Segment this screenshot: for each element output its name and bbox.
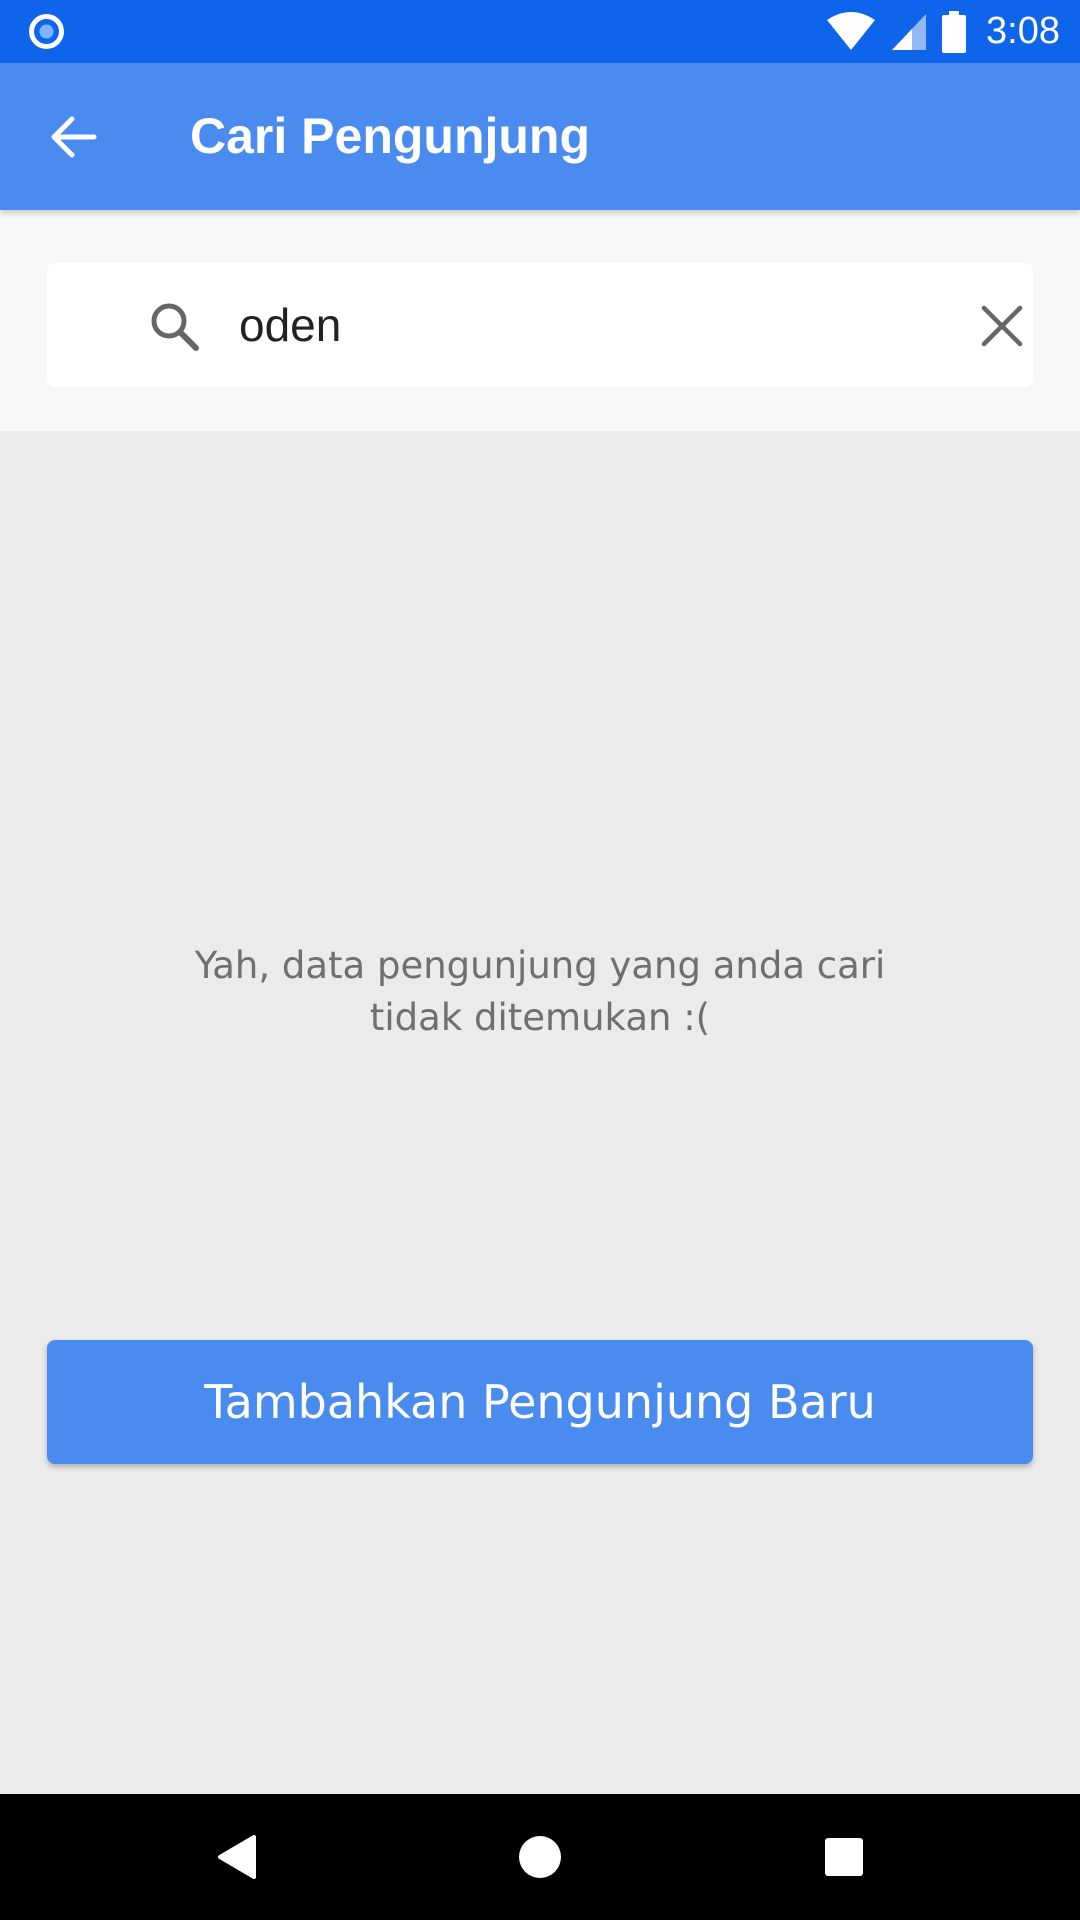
arrow-back-icon bbox=[51, 116, 97, 158]
status-time: 3:08 bbox=[986, 10, 1060, 52]
search-section bbox=[0, 210, 1080, 431]
home-circle-icon bbox=[519, 1836, 561, 1878]
clear-search-button[interactable] bbox=[967, 291, 1037, 361]
nav-recents-button[interactable] bbox=[811, 1824, 877, 1890]
battery-icon bbox=[942, 10, 967, 53]
empty-state-line-1: Yah, data pengunjung yang anda cari bbox=[194, 944, 886, 987]
search-box[interactable] bbox=[47, 263, 1033, 387]
recents-square-icon bbox=[825, 1838, 863, 1876]
empty-state-line-2: tidak ditemukan :( bbox=[369, 996, 711, 1039]
close-icon bbox=[981, 305, 1023, 347]
nav-bar bbox=[0, 1794, 1080, 1920]
nav-home-button[interactable] bbox=[507, 1824, 573, 1890]
signal-icon bbox=[892, 13, 927, 50]
add-visitor-button[interactable]: Tambahkan Pengunjung Baru bbox=[47, 1340, 1033, 1464]
app-bar: Cari Pengunjung bbox=[0, 63, 1080, 210]
status-bar: 3:08 bbox=[0, 0, 1080, 63]
nav-back-button[interactable] bbox=[203, 1824, 269, 1890]
search-icon bbox=[151, 303, 199, 351]
empty-state-message: Yah, data pengunjung yang anda cari tida… bbox=[140, 940, 940, 1044]
page-title: Cari Pengunjung bbox=[190, 108, 590, 164]
notification-circle-icon bbox=[29, 14, 64, 49]
screen: 3:08 Cari Pengunjung Yah, data p bbox=[0, 0, 1080, 1920]
back-button[interactable] bbox=[36, 99, 112, 175]
status-right-group: 3:08 bbox=[826, 0, 1060, 63]
wifi-icon bbox=[827, 11, 876, 50]
search-input[interactable] bbox=[239, 285, 939, 365]
back-triangle-icon bbox=[218, 1835, 256, 1879]
